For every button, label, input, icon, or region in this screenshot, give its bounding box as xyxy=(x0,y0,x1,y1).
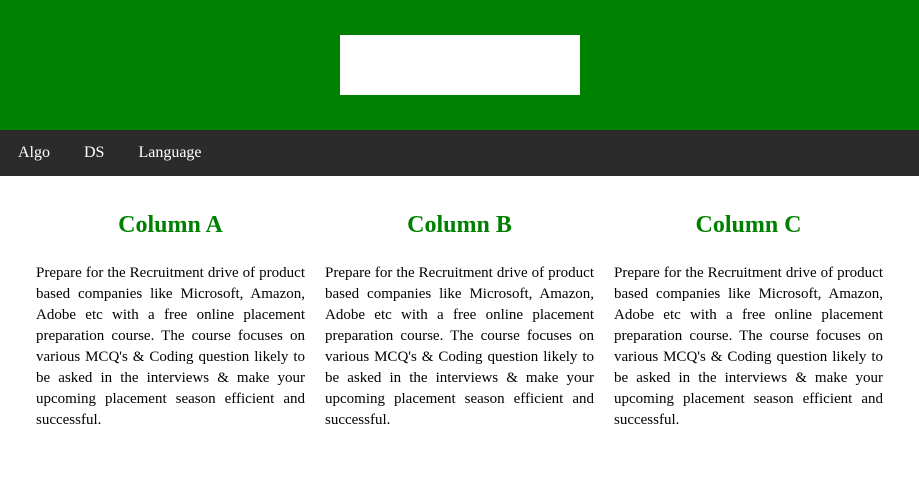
column-c-body: Prepare for the Recruitment drive of pro… xyxy=(614,263,883,431)
column-c: Column C Prepare for the Recruitment dri… xyxy=(614,212,883,431)
column-a-title: Column A xyxy=(36,212,305,239)
column-b-title: Column B xyxy=(325,212,594,239)
header-logo-placeholder xyxy=(340,35,580,95)
column-a-body: Prepare for the Recruitment drive of pro… xyxy=(36,263,305,431)
column-a: Column A Prepare for the Recruitment dri… xyxy=(36,212,305,431)
nav-item-algo[interactable]: Algo xyxy=(18,144,50,162)
navbar: Algo DS Language xyxy=(0,130,919,176)
nav-item-ds[interactable]: DS xyxy=(84,144,104,162)
column-b: Column B Prepare for the Recruitment dri… xyxy=(325,212,594,431)
column-c-title: Column C xyxy=(614,212,883,239)
columns-container: Column A Prepare for the Recruitment dri… xyxy=(0,176,919,451)
nav-item-language[interactable]: Language xyxy=(138,144,201,162)
column-b-body: Prepare for the Recruitment drive of pro… xyxy=(325,263,594,431)
header-banner xyxy=(0,0,919,130)
